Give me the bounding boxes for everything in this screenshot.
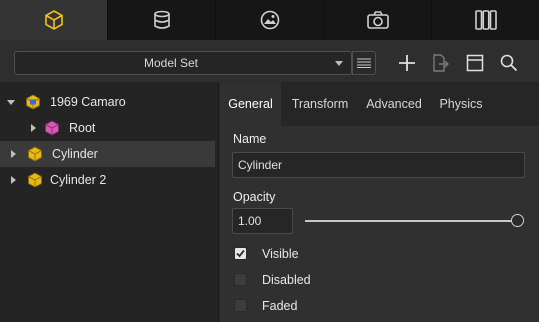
visible-label: Visible bbox=[262, 247, 299, 261]
name-label: Name bbox=[233, 132, 267, 146]
tree-item-label: 1969 Camaro bbox=[50, 95, 126, 109]
visible-checkbox[interactable] bbox=[234, 247, 247, 260]
opacity-label: Opacity bbox=[233, 190, 276, 204]
export-icon bbox=[433, 54, 449, 72]
tab-general[interactable]: General bbox=[220, 82, 281, 126]
camera-icon bbox=[366, 11, 389, 29]
checkmark-icon bbox=[236, 249, 245, 258]
tab-advanced[interactable]: Advanced bbox=[359, 82, 429, 126]
columns-icon bbox=[474, 10, 497, 30]
tab-data[interactable] bbox=[108, 0, 216, 40]
disabled-label: Disabled bbox=[262, 273, 311, 287]
tab-transform[interactable]: Transform bbox=[283, 82, 357, 126]
image-icon bbox=[260, 10, 279, 30]
list-button[interactable] bbox=[352, 51, 376, 75]
expand-toggle-icon[interactable] bbox=[7, 100, 15, 105]
toolbar: Model Set bbox=[0, 40, 539, 82]
expand-toggle-icon[interactable] bbox=[11, 176, 16, 184]
property-tabs: General Transform Advanced Physics bbox=[220, 82, 539, 126]
scene-tree: 1969 Camaro Root Cylinder Cylinder 2 bbox=[0, 82, 219, 322]
cube-icon bbox=[44, 10, 63, 30]
expand-toggle-icon[interactable] bbox=[31, 124, 36, 132]
chevron-down-icon bbox=[335, 61, 343, 66]
tab-models[interactable] bbox=[0, 0, 108, 40]
list-icon bbox=[357, 58, 371, 68]
export-button[interactable] bbox=[428, 51, 452, 75]
tab-camera[interactable] bbox=[324, 0, 432, 40]
model-set-dropdown[interactable]: Model Set bbox=[14, 51, 352, 75]
properties-panel: General Transform Advanced Physics Name … bbox=[220, 82, 539, 322]
faded-label: Faded bbox=[262, 299, 298, 313]
tree-item-cylinder[interactable]: Cylinder bbox=[0, 141, 215, 167]
tab-layout[interactable] bbox=[432, 0, 539, 40]
tree-item-label: Cylinder 2 bbox=[50, 173, 107, 187]
tree-item-label: Cylinder bbox=[52, 147, 98, 161]
panel-icon bbox=[466, 54, 484, 72]
panel-button[interactable] bbox=[463, 51, 487, 75]
tree-item-camaro[interactable]: 1969 Camaro bbox=[0, 89, 219, 115]
node-cube-icon bbox=[28, 146, 42, 162]
node-cube-icon bbox=[45, 120, 59, 136]
model-cube-icon bbox=[26, 94, 40, 110]
add-button[interactable] bbox=[395, 51, 419, 75]
search-icon bbox=[500, 54, 518, 72]
opacity-slider-track[interactable] bbox=[305, 220, 517, 222]
opacity-slider-handle[interactable] bbox=[510, 214, 524, 227]
disabled-checkbox[interactable] bbox=[234, 273, 247, 286]
tree-item-cylinder-2[interactable]: Cylinder 2 bbox=[0, 167, 219, 193]
add-icon bbox=[399, 55, 415, 71]
tab-images[interactable] bbox=[216, 0, 324, 40]
search-button[interactable] bbox=[497, 51, 521, 75]
model-set-value: Model Set bbox=[143, 56, 199, 70]
tree-item-root[interactable]: Root bbox=[0, 115, 219, 141]
top-tab-bar bbox=[0, 0, 539, 40]
database-icon bbox=[153, 10, 170, 29]
node-cube-icon bbox=[28, 172, 42, 188]
tab-physics[interactable]: Physics bbox=[432, 82, 490, 126]
tree-item-label: Root bbox=[69, 121, 96, 135]
name-input[interactable]: Cylinder bbox=[232, 152, 525, 178]
faded-checkbox[interactable] bbox=[234, 299, 247, 312]
opacity-input[interactable]: 1.00 bbox=[232, 208, 293, 234]
expand-toggle-icon[interactable] bbox=[11, 150, 16, 158]
